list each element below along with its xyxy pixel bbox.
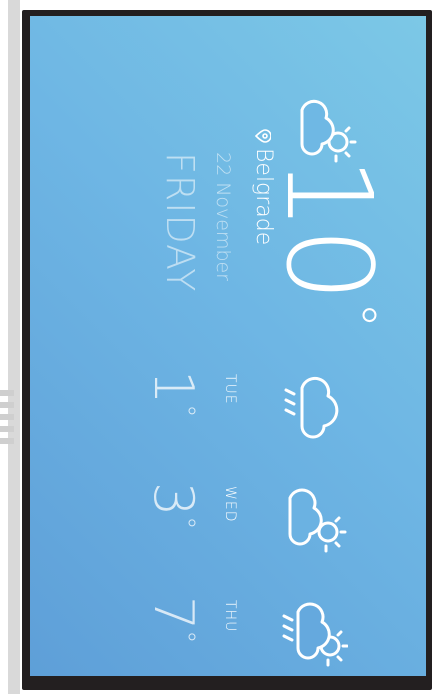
current-day: FRIDAY xyxy=(158,152,202,293)
edge-tabs xyxy=(0,390,14,450)
forecast-temperature-value: 7 xyxy=(142,596,205,631)
location-pin-icon xyxy=(254,129,272,143)
current-temperature: 10 ° xyxy=(260,156,398,324)
degree-symbol: ° xyxy=(326,302,386,325)
degree-symbol: ° xyxy=(170,516,200,530)
forecast-day-tue[interactable]: TUE 1° xyxy=(36,356,366,466)
sun-cloud-rain-icon xyxy=(282,602,348,667)
edge-tab xyxy=(0,390,14,396)
edge-tab xyxy=(0,414,14,420)
forecast-day-label: WED xyxy=(222,486,238,523)
cloud-rain-icon xyxy=(284,376,339,439)
edge-tab xyxy=(0,426,14,432)
forecast-temperature: 3° xyxy=(142,482,205,530)
forecast-day-label: TUE xyxy=(222,374,238,405)
location[interactable]: Belgrade xyxy=(251,128,276,245)
current-temperature-value: 10 xyxy=(260,156,398,299)
forecast-day-wed[interactable]: WED 3° xyxy=(36,468,366,578)
edge-tab xyxy=(0,438,14,444)
forecast-temperature: 7° xyxy=(142,596,205,644)
forecast-temperature: 1° xyxy=(142,370,205,418)
edge-tab xyxy=(0,402,14,408)
sun-cloud-icon xyxy=(288,488,347,553)
weather-screen: 10° Belgrade 22 November FRIDAY TUE 1° W… xyxy=(30,16,426,676)
current-date: 22 November xyxy=(212,152,234,282)
forecast-day-thu[interactable]: THU 7° xyxy=(36,582,366,676)
forecast-day-label: THU xyxy=(222,600,238,633)
weather-content: 10° Belgrade 22 November FRIDAY TUE 1° W… xyxy=(30,16,426,676)
forecast-temperature-value: 3 xyxy=(142,482,205,517)
background-strip xyxy=(8,0,20,694)
forecast-temperature-value: 1 xyxy=(142,370,205,405)
location-name: Belgrade xyxy=(251,148,276,246)
degree-symbol: ° xyxy=(170,630,200,644)
degree-symbol: ° xyxy=(170,404,200,418)
forecast-list: TUE 1° WED 3° THU 7° xyxy=(36,356,366,676)
